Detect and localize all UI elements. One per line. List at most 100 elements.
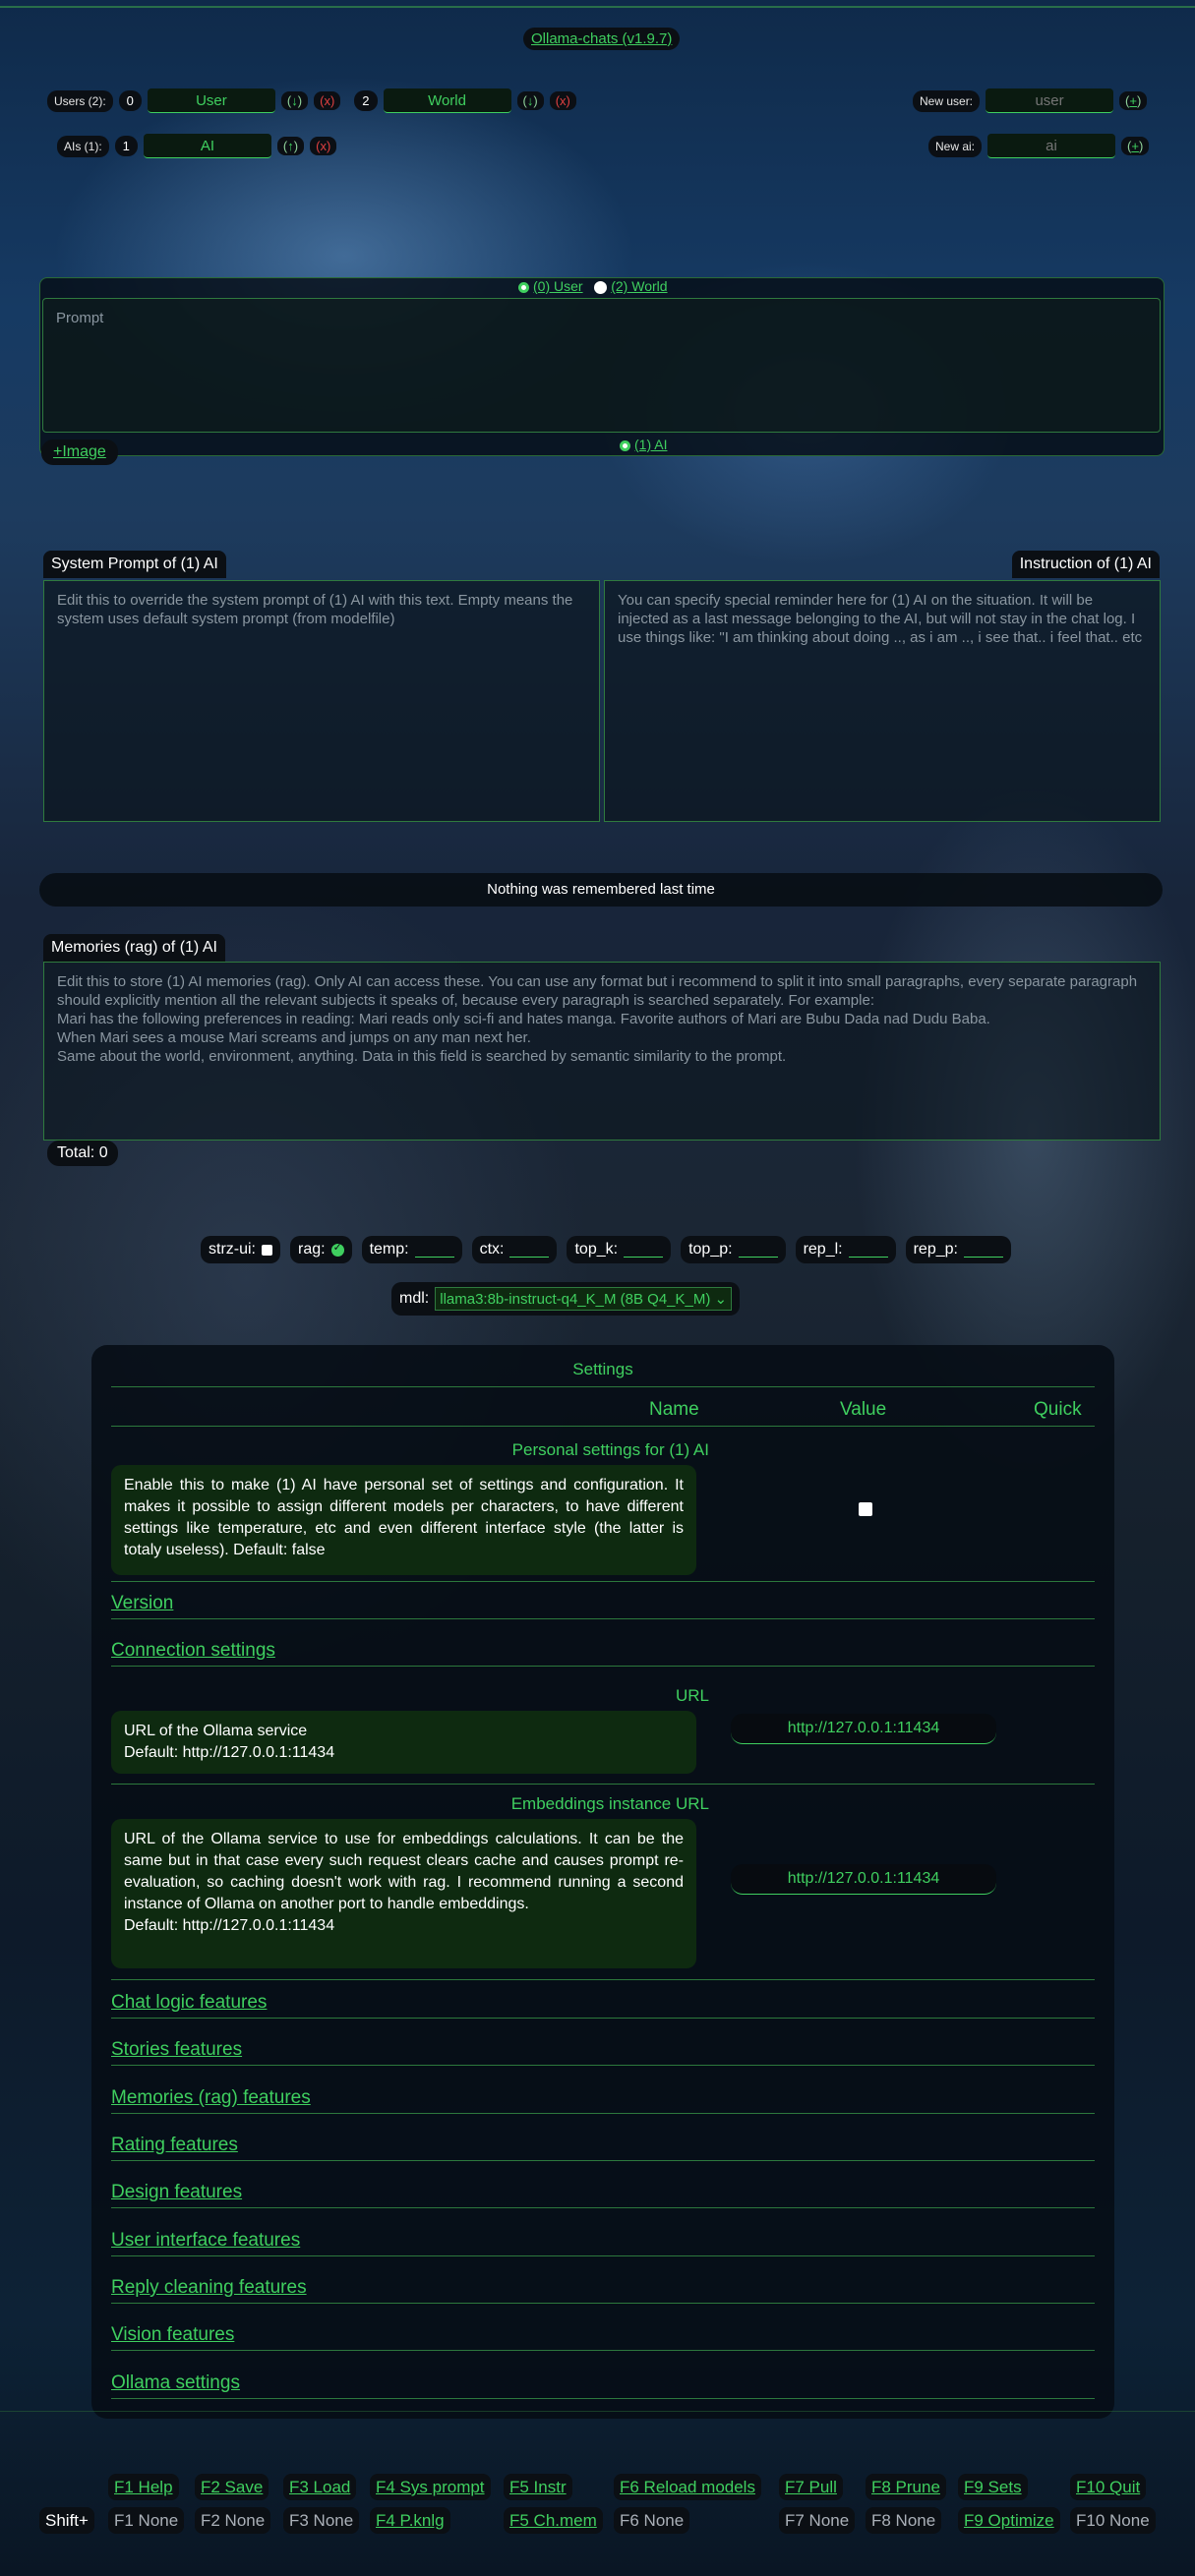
delete-user-button[interactable]: (x) [314, 91, 341, 110]
ai-target-radio[interactable]: (1) AI [620, 437, 667, 452]
app-title[interactable]: Ollama-chats (v1.9.7) [523, 28, 681, 50]
target-world-radio[interactable]: (2) World [594, 278, 668, 294]
f1-help-button[interactable]: F1 Help [108, 2474, 179, 2500]
section-stories[interactable]: Stories features [111, 2039, 242, 2061]
ctx-input[interactable] [509, 1243, 550, 1258]
ai-name-input[interactable] [143, 134, 271, 158]
rep-l-param[interactable]: rep_l: [795, 1236, 896, 1263]
delete-ai-button[interactable]: (x) [310, 137, 337, 155]
section-design[interactable]: Design features [111, 2182, 242, 2203]
add-image-button[interactable]: +Image [41, 439, 118, 465]
personal-settings-desc: Enable this to make (1) AI have personal… [111, 1465, 696, 1575]
add-user-button[interactable]: (+) [1119, 91, 1148, 110]
personal-settings-checkbox[interactable] [859, 1502, 872, 1516]
f4-sys-prompt-button[interactable]: F4 Sys prompt [370, 2474, 491, 2500]
personal-settings-label: Personal settings for (1) AI [511, 1440, 709, 1459]
top-p-param[interactable]: top_p: [681, 1236, 786, 1263]
f3-load-button[interactable]: F3 Load [283, 2474, 357, 2500]
model-select[interactable]: llama3:8b-instruct-q4_K_M (8B Q4_K_M) ⌄ [435, 1287, 733, 1311]
section-chat-logic[interactable]: Chat logic features [111, 1992, 267, 2014]
f2-save-button[interactable]: F2 Save [195, 2474, 269, 2500]
url-desc: URL of the Ollama service Default: http:… [111, 1711, 696, 1774]
rep-p-param[interactable]: rep_p: [905, 1236, 1011, 1263]
f5-instr-button[interactable]: F5 Instr [504, 2474, 572, 2500]
shift-f5-chmem-button[interactable]: F5 Ch.mem [504, 2507, 603, 2534]
move-down-button[interactable]: (↓) [516, 91, 544, 110]
memories-title: Memories (rag) of (1) AI [43, 934, 225, 962]
top-divider [0, 6, 1195, 8]
embeddings-url-label: Embeddings instance URL [510, 1794, 709, 1813]
move-up-button[interactable]: (↑) [276, 137, 305, 155]
shift-f6-button: F6 None [614, 2507, 690, 2534]
up-arrow-icon: ↑ [287, 139, 294, 153]
section-version[interactable]: Version [111, 1593, 173, 1614]
delete-icon: x [320, 139, 327, 153]
rep-p-input[interactable] [963, 1243, 1003, 1258]
ctx-param[interactable]: ctx: [471, 1236, 558, 1263]
top-p-input[interactable] [738, 1243, 778, 1258]
section-reply-cleaning[interactable]: Reply cleaning features [111, 2277, 307, 2299]
instruction-input[interactable]: You can specify special reminder here fo… [604, 580, 1161, 822]
rep-l-input[interactable] [848, 1243, 888, 1258]
memories-line: Mari has the following preferences in re… [57, 1011, 990, 1027]
radio-unselected-icon [594, 280, 608, 294]
shift-f1-button: F1 None [108, 2507, 185, 2534]
new-ai-input[interactable] [987, 134, 1116, 158]
checkbox-checked-icon[interactable] [330, 1241, 344, 1257]
section-vision[interactable]: Vision features [111, 2324, 234, 2346]
section-rating[interactable]: Rating features [111, 2135, 238, 2156]
memories-input[interactable]: Edit this to store (1) AI memories (rag)… [43, 962, 1161, 1141]
prompt-input[interactable]: Prompt [42, 298, 1161, 433]
app-title-link[interactable]: Ollama-chats (v1.9.7) [531, 30, 672, 47]
url-label: URL [675, 1686, 709, 1705]
settings-title: Settings [572, 1360, 633, 1378]
url-input[interactable]: http://127.0.0.1:11434 [731, 1714, 996, 1744]
f10-quit-button[interactable]: F10 Quit [1070, 2474, 1147, 2500]
section-connection[interactable]: Connection settings [111, 1640, 275, 1662]
fkey-row: F1 Help [108, 2474, 179, 2500]
target-user-radio[interactable]: (0) User [518, 278, 583, 294]
shift-f9-optimize-button[interactable]: F9 Optimize [958, 2507, 1060, 2534]
user-name-input[interactable] [147, 88, 275, 113]
world-name-input[interactable] [383, 88, 511, 113]
rag-toggle[interactable]: rag: [290, 1236, 352, 1263]
down-arrow-icon: ↓ [291, 93, 298, 108]
top-k-param[interactable]: top_k: [567, 1236, 672, 1263]
system-prompt-input[interactable]: Edit this to override the system prompt … [43, 580, 600, 822]
footer-divider [0, 2411, 1195, 2412]
f7-pull-button[interactable]: F7 Pull [779, 2474, 843, 2500]
memories-line: When Mari sees a mouse Mari screams and … [57, 1029, 531, 1046]
settings-panel: Settings Name Value Quick Personal setti… [91, 1345, 1114, 2419]
ais-label: AIs (1): [57, 135, 109, 157]
section-memories[interactable]: Memories (rag) features [111, 2087, 311, 2109]
checkbox-icon[interactable] [262, 1244, 272, 1256]
system-prompt-title: System Prompt of (1) AI [43, 551, 226, 578]
params-row: strz-ui: rag: temp: ctx: top_k: top_p: r… [201, 1236, 1011, 1263]
new-user-label: New user: [913, 89, 981, 112]
embeddings-url-input[interactable]: http://127.0.0.1:11434 [731, 1864, 996, 1895]
shift-f10-button: F10 None [1070, 2507, 1156, 2534]
temp-input[interactable] [414, 1243, 454, 1258]
users-row: Users (2): 0 (↓) (x) 2 (↓) (x) [47, 88, 576, 113]
shift-f7-button: F7 None [779, 2507, 856, 2534]
f6-reload-models-button[interactable]: F6 Reload models [614, 2474, 761, 2500]
add-ai-button[interactable]: (+) [1121, 137, 1150, 155]
f9-sets-button[interactable]: F9 Sets [958, 2474, 1028, 2500]
new-user-row: New user: (+) [913, 88, 1148, 113]
memory-notice: Nothing was remembered last time [39, 873, 1163, 907]
strz-ui-toggle[interactable]: strz-ui: [201, 1236, 280, 1263]
shift-f4-pknlg-button[interactable]: F4 P.knlg [370, 2507, 450, 2534]
radio-selected-icon [620, 439, 630, 451]
top-k-input[interactable] [624, 1243, 664, 1258]
new-user-input[interactable] [986, 88, 1114, 113]
delete-user-button[interactable]: (x) [549, 91, 576, 110]
section-user-interface[interactable]: User interface features [111, 2230, 300, 2252]
move-down-button[interactable]: (↓) [280, 91, 309, 110]
section-ollama[interactable]: Ollama settings [111, 2372, 240, 2394]
plus-icon: + [1129, 93, 1137, 108]
delete-icon: x [560, 93, 567, 108]
temp-param[interactable]: temp: [361, 1236, 462, 1263]
f8-prune-button[interactable]: F8 Prune [866, 2474, 946, 2500]
prompt-targets: (0) User (2) World [518, 278, 668, 294]
ai-number: 1 [114, 136, 138, 156]
